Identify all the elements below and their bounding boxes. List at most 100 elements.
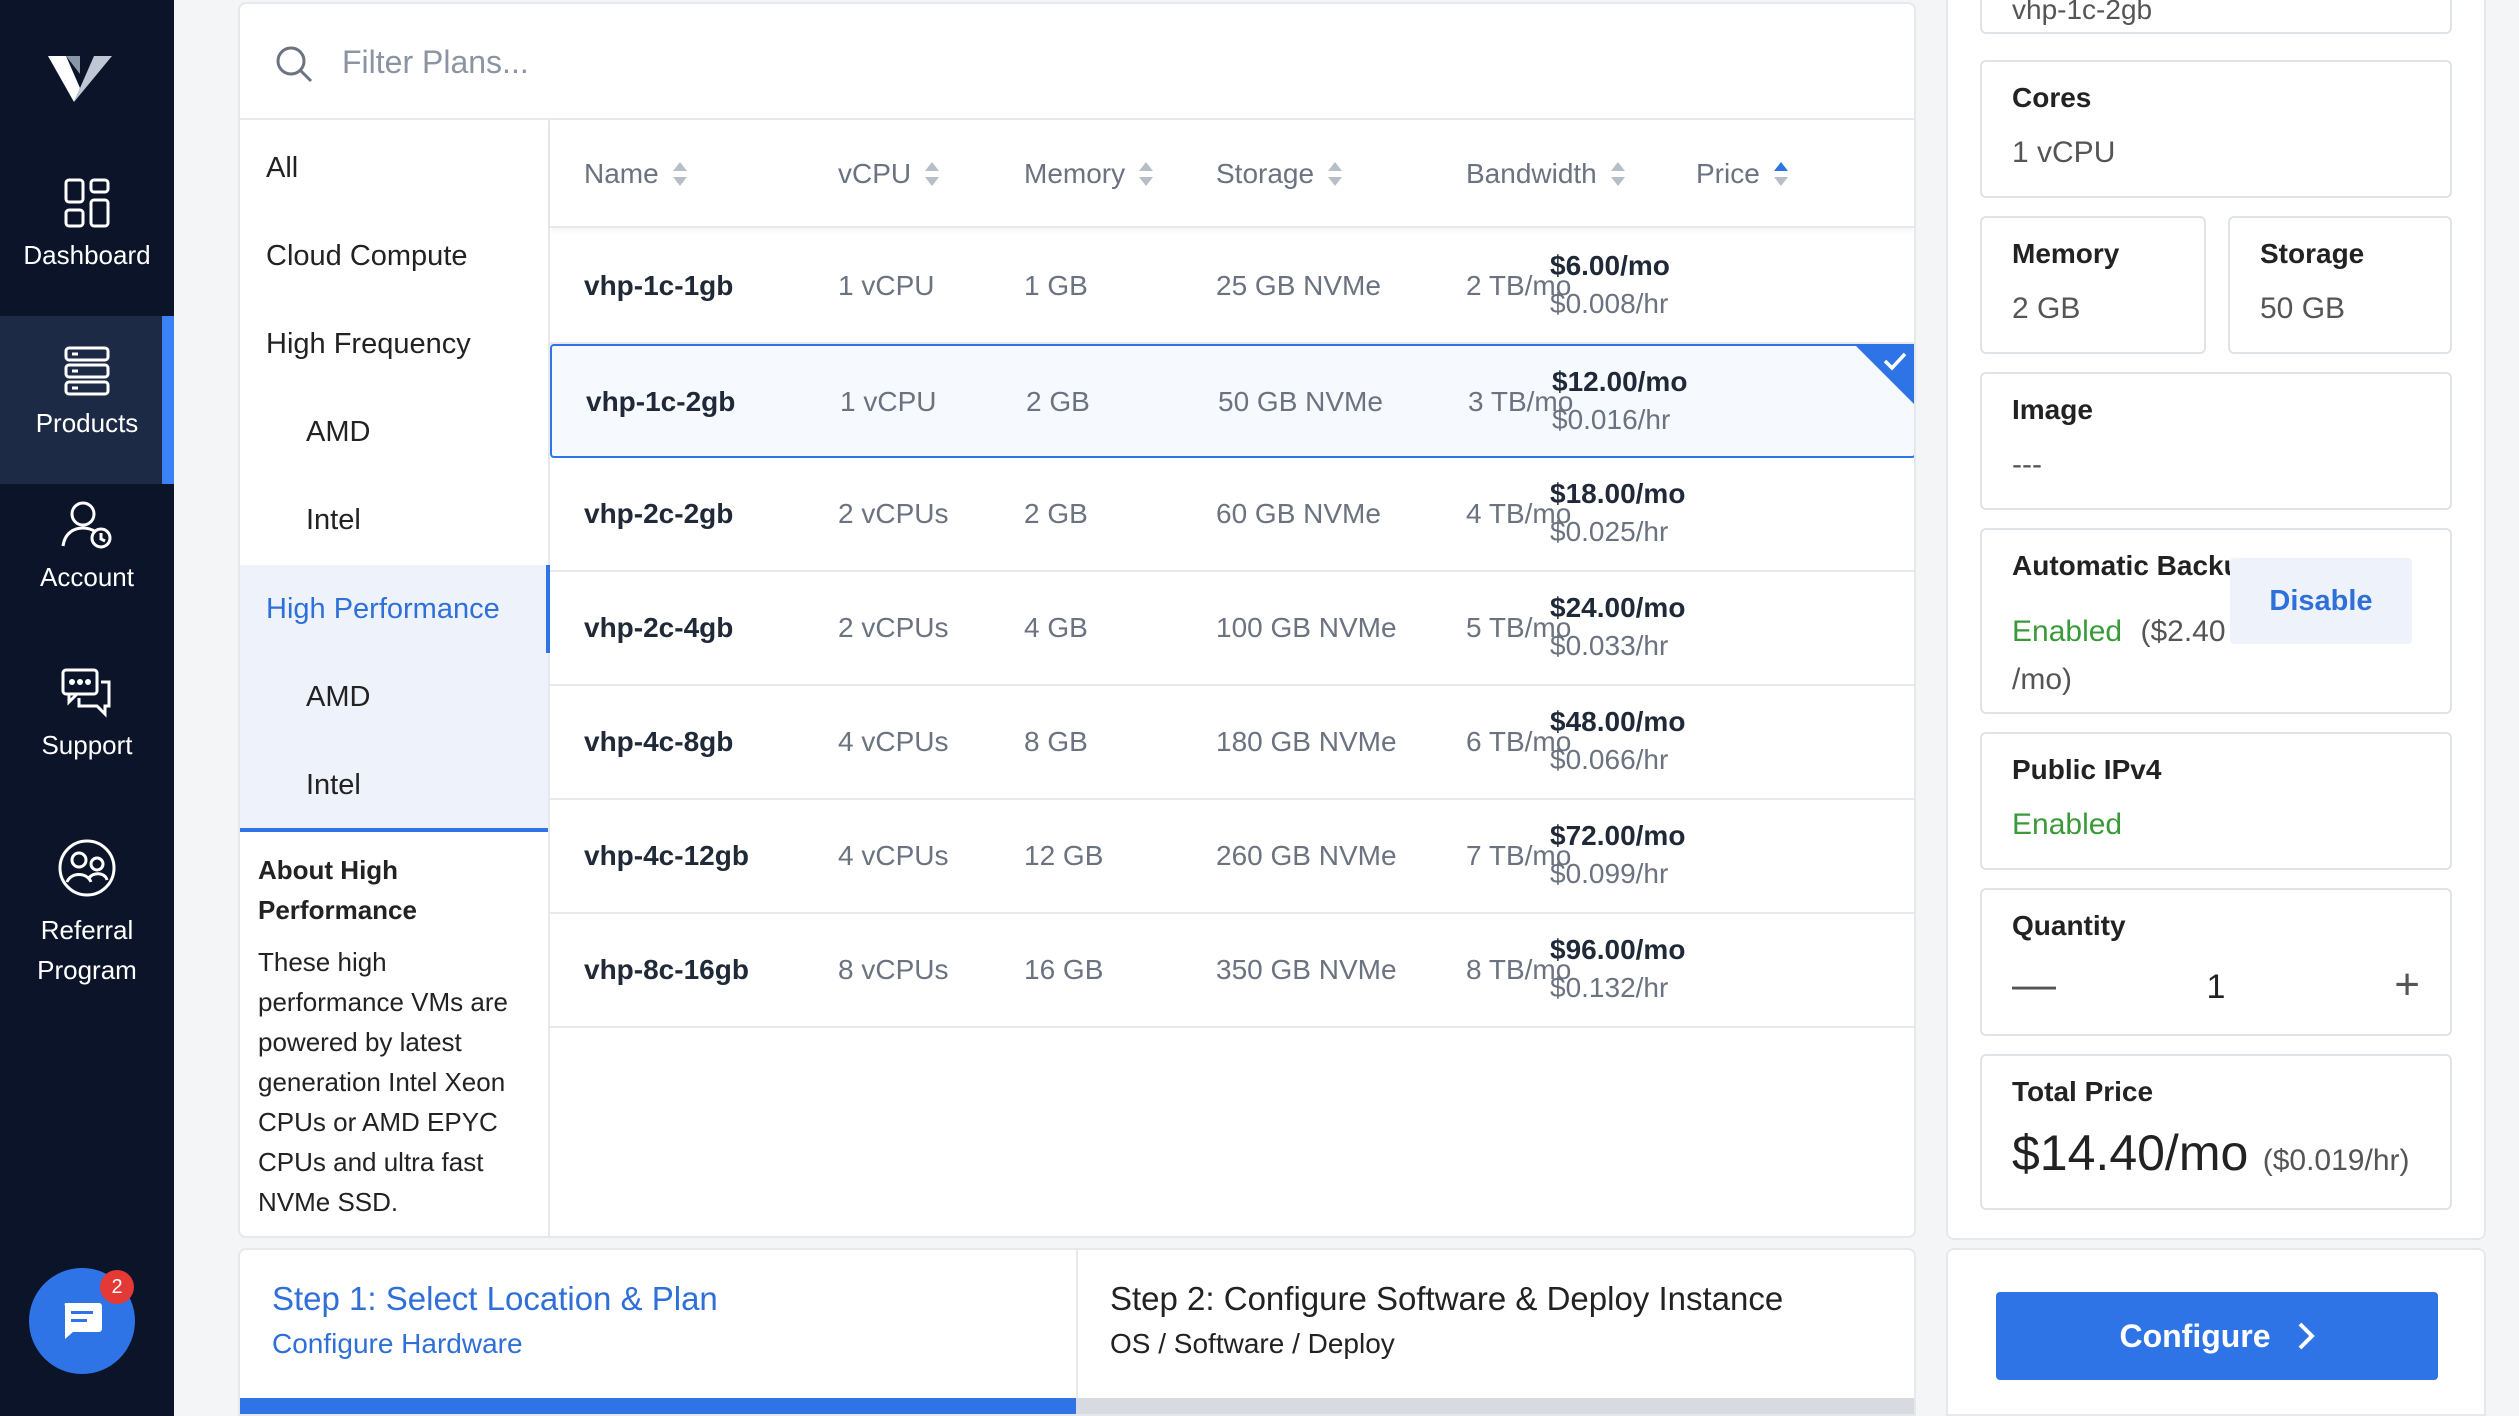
header-label: vCPU [838,158,912,189]
cell-price: $12.00/mo $0.016/hr [1552,366,1687,436]
header-label: Name [584,158,659,189]
table-row[interactable]: vhp-4c-8gb 4 vCPUs 8 GB 180 GB NVMe 6 TB/mo $… [550,686,1914,800]
backups-enabled: Enabled [2012,615,2123,648]
header-label: Bandwidth [1466,158,1597,189]
nav-products[interactable]: Products [0,316,174,484]
sort-icon [1139,160,1154,188]
quantity-box: Quantity — 1 + [1980,888,2452,1036]
step-title: Step 2: Configure Software & Deploy Inst… [1110,1280,1784,1317]
cell-memory: 12 GB [1024,840,1104,871]
table-row[interactable]: vhp-2c-4gb 2 vCPUs 4 GB 100 GB NVMe 5 TB/mo $… [550,572,1914,686]
category-all[interactable]: All [240,124,548,212]
chevron-right-icon [2298,1322,2315,1350]
nav-support[interactable]: Support [0,668,174,788]
increment-button[interactable]: + [2394,960,2420,1010]
filter-bar [240,4,1914,120]
cell-name: vhp-2c-4gb [584,612,734,643]
cell-memory: 4 GB [1024,612,1088,643]
total-hourly: ($0.019/hr) [2262,1144,2410,1177]
disable-backups-button[interactable]: Disable [2230,558,2412,644]
table-row[interactable]: vhp-4c-12gb 4 vCPUs 12 GB 260 GB NVMe 7 TB/m… [550,800,1914,914]
category-high-frequency[interactable]: High Frequency [240,300,548,388]
backups-label: Automatic Backu [2012,550,2241,581]
cell-name: vhp-1c-1gb [584,270,734,301]
sort-icon [1610,160,1625,188]
nav-account[interactable]: Account [0,500,174,620]
category-hp-intel[interactable]: Intel [240,741,548,829]
cell-storage: 60 GB NVMe [1216,498,1381,529]
notification-badge: 2 [100,1270,134,1304]
price-monthly: $48.00/mo [1550,706,1686,737]
filter-plans-input[interactable] [342,34,1742,90]
price-hourly: $0.008/hr [1550,288,1669,319]
logo-icon[interactable] [44,44,116,116]
cell-vcpu: 4 vCPUs [838,840,949,871]
about-text: These high performance VMs are powered b… [258,947,508,1217]
category-cloud-compute[interactable]: Cloud Compute [240,212,548,300]
nav-referral[interactable]: Referral Program [0,838,174,998]
total-price: $14.40/mo ($0.019/hr) [2012,1124,2420,1182]
step-subtitle: OS / Software / Deploy [1110,1328,1395,1359]
cell-name: vhp-8c-16gb [584,954,749,985]
sort-name[interactable]: Name [584,158,687,190]
cell-price: $72.00/mo $0.099/hr [1550,820,1685,890]
nav-dashboard[interactable]: Dashboard [0,178,174,308]
sort-vcpu[interactable]: vCPU [838,158,940,190]
storage-value: 50 GB [2260,292,2346,325]
about-section: About High Performance These high perfor… [258,850,538,1222]
table-row[interactable]: vhp-1c-2gb 1 vCPU 2 GB 50 GB NVMe 3 TB/mo $12… [550,344,1914,458]
ipv4-box: Public IPv4 Enabled [1980,732,2452,870]
backups-price-unit: /mo) [2012,663,2072,696]
header-label: Storage [1216,158,1315,189]
total-box: Total Price $14.40/mo ($0.019/hr) [1980,1054,2452,1210]
cell-storage: 350 GB NVMe [1216,954,1397,985]
cell-vcpu: 1 vCPU [840,386,937,417]
referral-icon [58,839,116,897]
sort-price[interactable]: Price [1696,158,1788,190]
table-row[interactable]: vhp-8c-16gb 8 vCPUs 16 GB 350 GB NVMe 8 TB/m… [550,914,1914,1028]
price-monthly: $96.00/mo [1550,934,1686,965]
configure-button[interactable]: Configure [1996,1292,2438,1380]
order-summary: vhp-1c-2gb Cores 1 vCPU Memory 2 GB Stor… [1946,0,2486,1240]
sort-icon [1328,160,1343,188]
ipv4-value: Enabled [2012,808,2123,841]
storage-label: Storage [2260,238,2365,269]
category-hf-amd[interactable]: AMD [240,388,548,476]
price-monthly: $6.00/mo [1550,250,1670,281]
sort-memory[interactable]: Memory [1024,158,1154,190]
cell-storage: 50 GB NVMe [1218,386,1383,417]
cell-vcpu: 4 vCPUs [838,726,949,757]
price-hourly: $0.132/hr [1550,972,1669,1003]
cell-vcpu: 2 vCPUs [838,612,949,643]
table-row[interactable]: vhp-1c-1gb 1 vCPU 1 GB 25 GB NVMe 2 TB/mo $6.… [550,230,1914,344]
account-icon [61,501,112,549]
total-label: Total Price [2012,1076,2154,1107]
price-monthly: $12.00/mo [1552,366,1688,397]
table-row[interactable]: vhp-2c-2gb 2 vCPUs 2 GB 60 GB NVMe 4 TB/mo $1… [550,458,1914,572]
plans-card: All Cloud Compute High Frequency AMD Int… [238,2,1916,1238]
category-high-performance[interactable]: High Performance [240,565,550,653]
cell-vcpu: 2 vCPUs [838,498,949,529]
step-1[interactable]: Step 1: Select Location & Plan Configure… [272,1280,718,1360]
sort-storage[interactable]: Storage [1216,158,1343,190]
divider [1076,1250,1078,1400]
cell-memory: 2 GB [1024,498,1088,529]
sort-bandwidth[interactable]: Bandwidth [1466,158,1625,190]
nav-label: Account [40,562,134,592]
plan-box: vhp-1c-2gb [1980,0,2452,34]
cell-price: $96.00/mo $0.132/hr [1550,934,1685,1004]
products-icon [64,346,110,396]
search-icon [276,46,313,83]
cell-storage: 25 GB NVMe [1216,270,1381,301]
sort-ascending-icon [1773,160,1788,188]
category-hp-amd[interactable]: AMD [240,653,548,741]
backups-price: ($2.40 [2140,615,2226,648]
support-icon [61,668,111,718]
step-2[interactable]: Step 2: Configure Software & Deploy Inst… [1110,1280,1783,1360]
cell-price: $48.00/mo $0.066/hr [1550,706,1685,776]
sort-icon [925,160,940,188]
cores-value: 1 vCPU [2012,136,2116,169]
price-monthly: $72.00/mo [1550,820,1686,851]
quantity-value[interactable]: 1 [2012,968,2420,1007]
category-hf-intel[interactable]: Intel [240,476,548,564]
